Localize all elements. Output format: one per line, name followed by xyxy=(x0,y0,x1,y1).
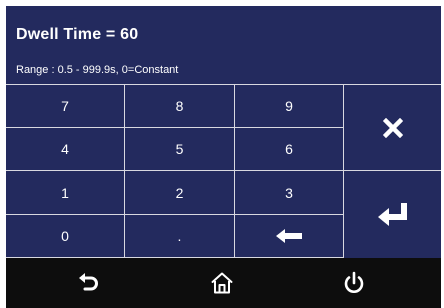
key-label: 7 xyxy=(61,98,69,114)
back-button[interactable] xyxy=(69,266,109,300)
enter-icon xyxy=(377,202,407,226)
key-5[interactable]: 5 xyxy=(125,128,235,171)
key-label: 9 xyxy=(285,98,293,114)
key-label: 1 xyxy=(61,184,69,201)
clear-button[interactable] xyxy=(344,84,441,171)
enter-button[interactable] xyxy=(344,171,441,258)
key-3[interactable]: 3 xyxy=(235,171,344,215)
key-label: . xyxy=(177,228,182,244)
numeric-keypad: 7 8 9 4 5 6 1 2 3 0 . xyxy=(6,84,441,258)
home-button[interactable] xyxy=(202,266,242,300)
range-hint: Range : 0.5 - 999.9s, 0=Constant xyxy=(16,64,179,76)
key-label: 0 xyxy=(61,228,69,244)
page-title: Dwell Time = 60 xyxy=(16,26,139,43)
key-9[interactable]: 9 xyxy=(235,84,344,128)
key-label: 4 xyxy=(61,141,69,157)
key-label: 3 xyxy=(285,184,293,201)
home-icon xyxy=(211,272,233,294)
power-icon xyxy=(344,271,364,293)
key-8[interactable]: 8 xyxy=(125,84,235,128)
back-arrow-icon xyxy=(79,273,98,291)
key-1[interactable]: 1 xyxy=(6,171,125,215)
key-label: 8 xyxy=(175,98,184,114)
key-label: 2 xyxy=(175,184,184,201)
key-6[interactable]: 6 xyxy=(235,128,344,171)
key-4[interactable]: 4 xyxy=(6,128,125,171)
key-2[interactable]: 2 xyxy=(125,171,235,215)
key-label: 5 xyxy=(175,141,184,157)
key-label: 6 xyxy=(285,141,293,157)
x-icon xyxy=(382,117,403,138)
footer-bar xyxy=(6,258,441,308)
left-arrow-icon xyxy=(276,229,302,243)
key-0[interactable]: 0 xyxy=(6,215,125,258)
key-7[interactable]: 7 xyxy=(6,84,125,128)
power-button[interactable] xyxy=(334,266,374,300)
header: Dwell Time = 60 Range : 0.5 - 999.9s, 0=… xyxy=(6,6,441,84)
screen: Dwell Time = 60 Range : 0.5 - 999.9s, 0=… xyxy=(6,6,441,308)
backspace-button[interactable] xyxy=(235,215,344,258)
key-decimal[interactable]: . xyxy=(125,215,235,258)
